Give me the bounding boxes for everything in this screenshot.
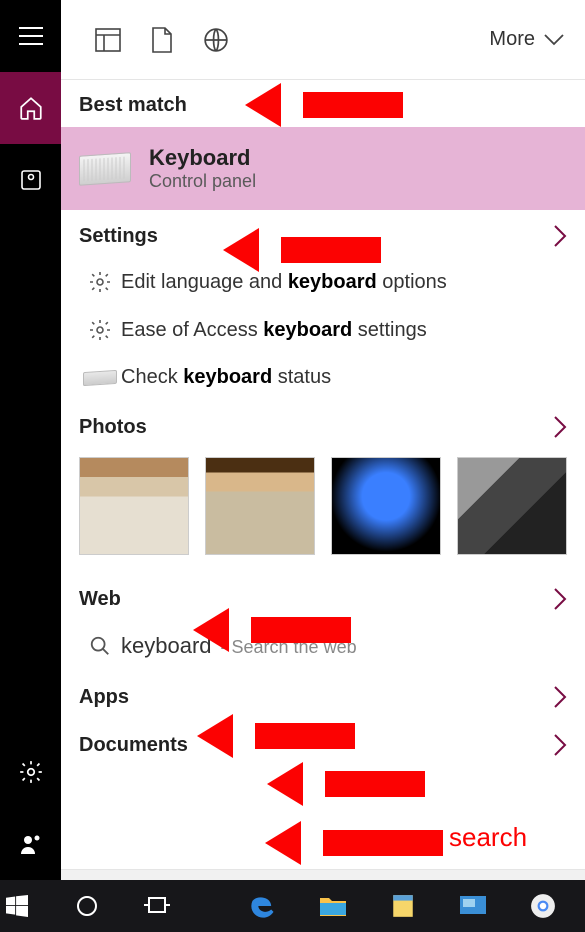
chevron-right-icon [553, 224, 567, 248]
section-label: Web [79, 588, 121, 611]
web-search-item[interactable]: keyboard - Search the web [61, 621, 585, 671]
section-label: Photos [79, 416, 147, 439]
chevron-down-icon [543, 33, 565, 47]
section-settings[interactable]: Settings [61, 210, 585, 258]
taskbar-edge[interactable] [241, 884, 285, 928]
annotation-arrow [295, 764, 425, 804]
circle-icon [75, 894, 99, 918]
monitor-icon [459, 895, 487, 917]
cortana-button[interactable] [65, 884, 109, 928]
sidebar-settings[interactable] [0, 736, 61, 808]
filter-more-button[interactable]: More [489, 28, 565, 51]
taskbar-app2[interactable] [451, 884, 495, 928]
windows-icon [6, 895, 28, 917]
photo-thumb[interactable] [205, 457, 315, 555]
annotation-arrow [293, 823, 443, 863]
gear-icon [79, 318, 121, 342]
filter-web-button[interactable] [189, 27, 243, 53]
chevron-right-icon [553, 685, 567, 709]
settings-item-edit-language[interactable]: Edit language and keyboard options [61, 258, 585, 306]
section-web[interactable]: Web [61, 573, 585, 621]
task-view-button[interactable] [135, 884, 179, 928]
photos-row [61, 449, 585, 573]
chrome-icon [530, 893, 556, 919]
keyboard-icon [79, 152, 131, 186]
sidebar-home[interactable] [0, 72, 61, 144]
section-label: Best match [79, 94, 187, 117]
folder-icon [319, 894, 347, 918]
search-icon [79, 635, 121, 657]
search-results-pane: More Best match Keyboard Control panel S… [61, 0, 585, 932]
task-view-icon [143, 895, 171, 917]
settings-item-label: Ease of Access keyboard settings [121, 319, 567, 342]
keyboard-icon [79, 371, 121, 385]
section-label: Apps [79, 686, 129, 709]
section-label: Settings [79, 225, 158, 248]
section-documents[interactable]: Documents [61, 719, 585, 767]
sidebar-account[interactable] [0, 808, 61, 880]
gear-icon [18, 759, 44, 785]
document-icon [152, 27, 172, 53]
filter-bar: More [61, 0, 585, 80]
user-icon [19, 832, 43, 856]
photo-thumb[interactable] [331, 457, 441, 555]
web-search-label: keyboard - Search the web [121, 633, 567, 659]
globe-icon [203, 27, 229, 53]
taskbar-app1[interactable] [381, 884, 425, 928]
hamburger-icon [19, 27, 43, 45]
taskbar-chrome[interactable] [521, 884, 565, 928]
section-photos[interactable]: Photos [61, 401, 585, 449]
best-match-title: Keyboard [149, 145, 256, 171]
settings-item-label: Check keyboard status [121, 366, 567, 389]
section-apps[interactable]: Apps [61, 671, 585, 719]
window-icon [95, 28, 121, 52]
section-best-match: Best match [61, 80, 585, 127]
filter-documents-button[interactable] [135, 27, 189, 53]
more-label: More [489, 28, 535, 51]
settings-item-ease-of-access[interactable]: Ease of Access keyboard settings [61, 306, 585, 354]
apps-icon [19, 168, 43, 192]
edge-icon [249, 892, 277, 920]
chevron-right-icon [553, 415, 567, 439]
sidebar-apps[interactable] [0, 144, 61, 216]
taskbar-file-explorer[interactable] [311, 884, 355, 928]
taskbar [0, 880, 585, 932]
settings-item-label: Edit language and keyboard options [121, 271, 567, 294]
best-match-subtitle: Control panel [149, 171, 256, 192]
best-match-result[interactable]: Keyboard Control panel [61, 127, 585, 210]
start-button[interactable] [0, 884, 39, 928]
settings-item-check-status[interactable]: Check keyboard status [61, 354, 585, 401]
photo-thumb[interactable] [79, 457, 189, 555]
annotation-label: search [449, 822, 527, 853]
home-icon [18, 95, 44, 121]
chevron-right-icon [553, 733, 567, 757]
chevron-right-icon [553, 587, 567, 611]
hamburger-button[interactable] [0, 0, 61, 72]
photo-thumb[interactable] [457, 457, 567, 555]
section-label: Documents [79, 734, 188, 757]
gear-icon [79, 270, 121, 294]
filter-home-button[interactable] [81, 28, 135, 52]
notepad-icon [390, 893, 416, 919]
start-sidebar [0, 0, 61, 932]
